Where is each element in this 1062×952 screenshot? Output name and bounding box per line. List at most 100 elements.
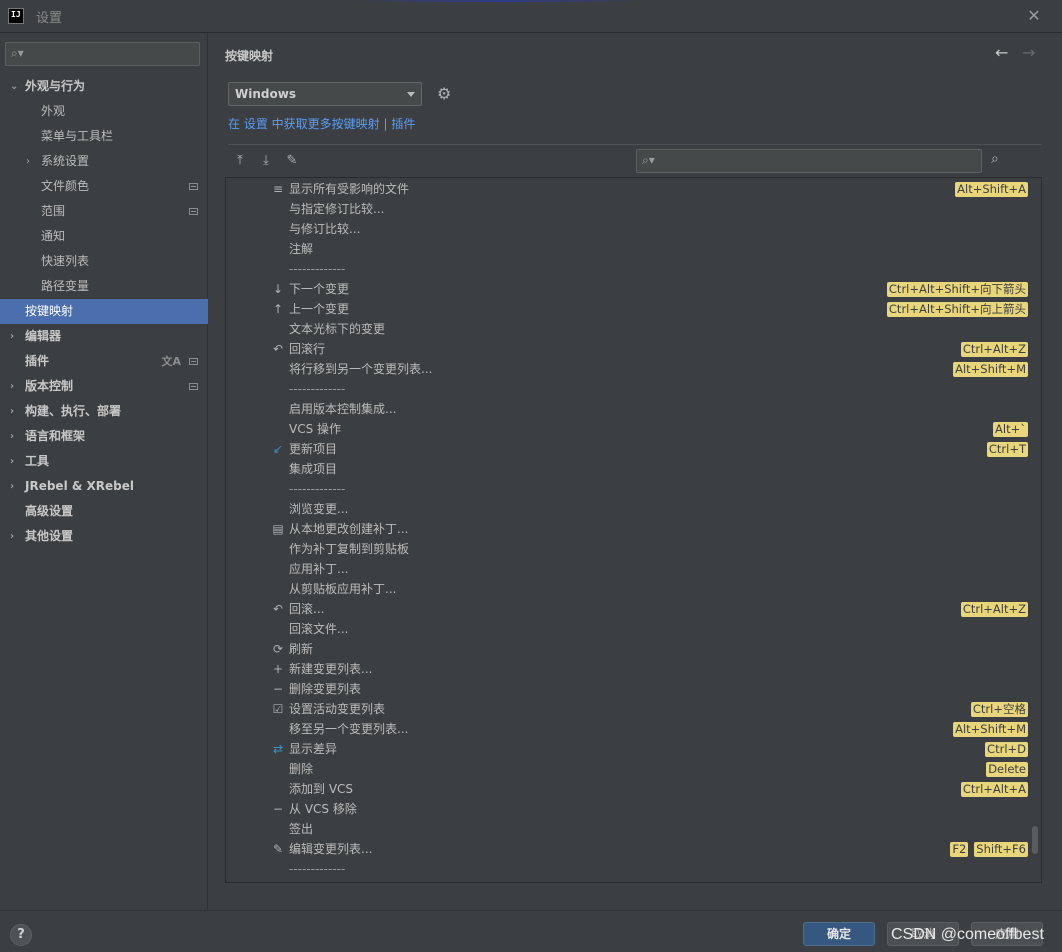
keymap-action-row[interactable]: 与修订比较... <box>226 219 1041 239</box>
sidebar-item[interactable]: 按键映射 <box>0 299 208 324</box>
shortcut-group: Alt+Shift+A <box>955 182 1028 197</box>
arrow-down-icon: ↓ <box>272 282 284 296</box>
chevron-right-icon[interactable]: › <box>26 149 30 174</box>
sidebar-item[interactable]: 高级设置 <box>0 499 208 524</box>
keymap-action-row[interactable]: ⟳ 刷新 <box>226 639 1041 659</box>
chevron-down-icon[interactable]: ⌄ <box>10 74 18 99</box>
keymap-action-row[interactable]: ------------- <box>226 479 1041 499</box>
keymap-action-row[interactable]: ⇄ 显示差异 Ctrl+D <box>226 739 1041 759</box>
sidebar-item[interactable]: 范围 <box>0 199 208 224</box>
back-arrow-icon[interactable]: ← <box>995 43 1008 62</box>
chevron-right-icon[interactable]: › <box>10 449 14 474</box>
sidebar-item[interactable]: 路径变量 <box>0 274 208 299</box>
keymap-action-row[interactable]: − 从 VCS 移除 <box>226 799 1041 819</box>
keymap-action-row[interactable]: 从剪贴板应用补丁... <box>226 579 1041 599</box>
sidebar-item[interactable]: › JRebel & XRebel <box>0 474 208 499</box>
action-label: 签出 <box>289 822 314 836</box>
chevron-right-icon[interactable]: › <box>10 474 14 499</box>
keymap-action-row[interactable]: 移至另一个变更列表... Alt+Shift+M <box>226 719 1041 739</box>
keymap-action-row[interactable]: 应用补丁... <box>226 559 1041 579</box>
keymap-dropdown[interactable]: Windows <box>228 82 422 106</box>
keymap-action-row[interactable]: − 删除变更列表 <box>226 679 1041 699</box>
keymap-action-row[interactable]: VCS 操作 Alt+` <box>226 419 1041 439</box>
keymap-action-row[interactable]: 删除 Delete <box>226 759 1041 779</box>
chevron-right-icon[interactable]: › <box>10 399 14 424</box>
chevron-right-icon[interactable]: › <box>10 524 14 549</box>
keymap-action-row[interactable]: ↑ 上一个变更 Ctrl+Alt+Shift+向上箭头 <box>226 299 1041 319</box>
shortcut-badge: Ctrl+Alt+Shift+向上箭头 <box>886 302 1028 317</box>
sidebar-item[interactable]: 文件颜色 <box>0 174 208 199</box>
keymap-action-row[interactable]: 启用版本控制集成... <box>226 399 1041 419</box>
action-label: 显示差异 <box>289 742 338 756</box>
shortcut-group: Ctrl+Alt+Z <box>960 342 1028 357</box>
action-label: 删除 <box>289 762 314 776</box>
action-label: 回滚行 <box>289 342 326 356</box>
keymap-action-row[interactable]: ------------- <box>226 859 1041 879</box>
shortcut-badge: Ctrl+Alt+Z <box>960 342 1028 357</box>
settings-keymaps-link[interactable]: 在 设置 中获取更多按键映射 <box>228 117 380 131</box>
sidebar-item[interactable]: 快速列表 <box>0 249 208 274</box>
settings-search-input[interactable]: ⌕▾ <box>5 42 200 66</box>
sidebar-item[interactable]: 菜单与工具栏 <box>0 124 208 149</box>
sidebar-item-label: 路径变量 <box>41 279 90 293</box>
sidebar-item[interactable]: 插件 文A <box>0 349 208 374</box>
keymap-action-row[interactable]: ↓ 下一个变更 Ctrl+Alt+Shift+向下箭头 <box>226 279 1041 299</box>
keymap-action-row[interactable]: 回滚文件... <box>226 619 1041 639</box>
settings-tree: ⌄ 外观与行为 外观 菜单与工具栏 › 系统设置 文件颜色 范围 通知 快速列表 路径变量 按键映射 ›… <box>0 74 208 549</box>
action-label: 新建变更列表... <box>289 662 373 676</box>
keymap-action-row[interactable]: 签出 <box>226 819 1041 839</box>
gear-icon[interactable]: ⚙ <box>437 84 451 103</box>
ok-button[interactable]: 确定 <box>803 922 875 946</box>
keymap-action-row[interactable]: 浏览变更... <box>226 499 1041 519</box>
keymap-action-row[interactable]: 集成项目 <box>226 459 1041 479</box>
sidebar-item[interactable]: › 语言和框架 <box>0 424 208 449</box>
keymap-action-row[interactable]: ↶ 回滚... Ctrl+Alt+Z <box>226 599 1041 619</box>
checkbox-icon: ☑ <box>272 702 284 716</box>
keymap-action-row[interactable]: ↙ 更新项目 Ctrl+T <box>226 439 1041 459</box>
keymap-action-row[interactable]: + 新建变更列表... <box>226 659 1041 679</box>
sidebar-item[interactable]: › 编辑器 <box>0 324 208 349</box>
chevron-right-icon[interactable]: › <box>10 374 14 399</box>
keymap-action-row[interactable]: 作为补丁复制到剪贴板 <box>226 539 1041 559</box>
action-label: ------------- <box>289 482 346 496</box>
keymap-action-row[interactable]: 将行移到另一个变更列表... Alt+Shift+M <box>226 359 1041 379</box>
show-diff-icon: ⇄ <box>272 742 284 756</box>
edit-shortcut-icon[interactable]: ✎ <box>283 152 301 170</box>
shortcut-badge: Ctrl+Alt+Z <box>960 602 1028 617</box>
keymap-action-row[interactable]: 添加到 VCS Ctrl+Alt+A <box>226 779 1041 799</box>
keymap-action-row[interactable]: ✎ 编辑变更列表... F2 Shift+F6 <box>226 839 1041 859</box>
keymap-action-row[interactable]: 文本光标下的变更 <box>226 319 1041 339</box>
keymap-action-row[interactable]: ☑ 设置活动变更列表 Ctrl+空格 <box>226 699 1041 719</box>
plugins-link[interactable]: 插件 <box>391 117 415 131</box>
action-label: 回滚... <box>289 602 325 616</box>
keymap-action-row[interactable]: ------------- <box>226 379 1041 399</box>
close-icon[interactable]: ✕ <box>1026 8 1042 24</box>
chevron-right-icon[interactable]: › <box>10 424 14 449</box>
sidebar-item[interactable]: ⌄ 外观与行为 <box>0 74 208 99</box>
chevron-right-icon[interactable]: › <box>10 324 14 349</box>
sidebar-item[interactable]: › 版本控制 <box>0 374 208 399</box>
action-label: VCS 操作 <box>289 422 342 436</box>
help-button[interactable]: ? <box>10 924 32 946</box>
expand-all-icon[interactable]: ⤒ <box>231 152 249 170</box>
find-actions-input[interactable]: ⌕▾ <box>636 149 982 173</box>
create-patch-icon: ▤ <box>272 522 284 536</box>
keymap-action-row[interactable]: ↶ 回滚行 Ctrl+Alt+Z <box>226 339 1041 359</box>
sidebar-item[interactable]: 外观 <box>0 99 208 124</box>
collapse-all-icon[interactable]: ⤓ <box>257 152 275 170</box>
keymap-action-row[interactable]: ≡ 显示所有受影响的文件 Alt+Shift+A <box>226 179 1041 199</box>
keymap-action-row[interactable]: ▤ 从本地更改创建补丁... <box>226 519 1041 539</box>
action-label: 与修订比较... <box>289 222 361 236</box>
keymap-action-row[interactable]: ------------- <box>226 259 1041 279</box>
sidebar-item-label: 外观 <box>41 104 66 118</box>
sidebar-item[interactable]: 通知 <box>0 224 208 249</box>
keymap-action-row[interactable]: 注解 <box>226 239 1041 259</box>
keymap-action-row[interactable]: 与指定修订比较... <box>226 199 1041 219</box>
find-by-shortcut-icon[interactable]: ⌕ <box>991 151 999 167</box>
chevron-down-icon <box>407 92 415 97</box>
sidebar-item[interactable]: › 系统设置 <box>0 149 208 174</box>
sidebar-item[interactable]: › 工具 <box>0 449 208 474</box>
action-label: 注解 <box>289 242 314 256</box>
sidebar-item[interactable]: › 构建、执行、部署 <box>0 399 208 424</box>
sidebar-item[interactable]: › 其他设置 <box>0 524 208 549</box>
